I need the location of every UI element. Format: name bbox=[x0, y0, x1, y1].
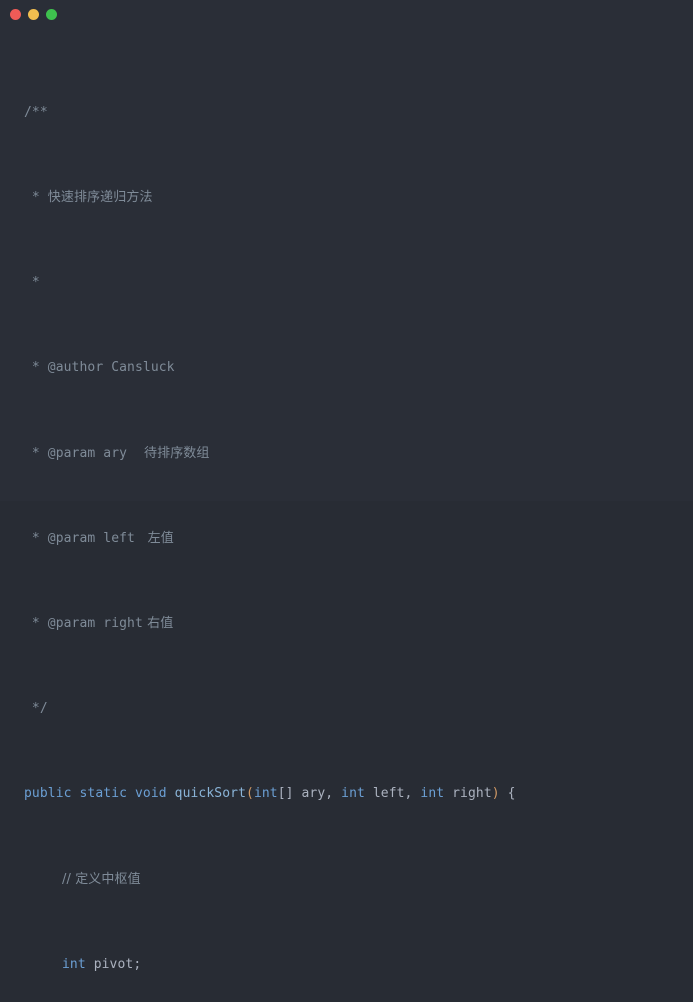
comment-star: * bbox=[24, 445, 48, 461]
code-line[interactable]: * @param left 左值 bbox=[0, 528, 693, 549]
close-paren: ) bbox=[491, 786, 500, 802]
code-editor-window: /** * 快速排序递归方法 * * @author Cansluck * @p… bbox=[0, 0, 693, 972]
code-line[interactable]: */ bbox=[0, 698, 693, 719]
comment-star: * bbox=[24, 360, 48, 376]
javadoc-param-desc: 右值 bbox=[142, 616, 174, 632]
code-line[interactable]: * 快速排序递归方法 bbox=[0, 187, 693, 208]
method-name: quickSort bbox=[174, 786, 246, 802]
type-int: int bbox=[341, 786, 365, 802]
title-bar[interactable] bbox=[0, 0, 693, 28]
javadoc-author-tag: @author Cansluck bbox=[47, 360, 175, 376]
code-line[interactable]: // 定义中枢值 bbox=[0, 869, 693, 890]
javadoc-param-tag: @param ary bbox=[47, 445, 128, 461]
javadoc-param-tag: @param right bbox=[47, 616, 143, 632]
open-brace: { bbox=[499, 786, 516, 802]
keyword-static: static bbox=[79, 786, 128, 802]
comment-star: * bbox=[24, 275, 40, 291]
comment-star: * bbox=[24, 616, 48, 632]
param-ary: ary, bbox=[293, 786, 342, 802]
javadoc-param-desc: 待排序数组 bbox=[127, 445, 210, 461]
close-window-button[interactable] bbox=[10, 8, 21, 20]
comment-star: * bbox=[24, 530, 48, 546]
code-line[interactable]: /** bbox=[0, 102, 693, 123]
keyword-public: public bbox=[24, 786, 72, 802]
type-int: int bbox=[253, 786, 278, 802]
maximize-window-button[interactable] bbox=[46, 8, 57, 20]
code-line[interactable]: * @author Cansluck bbox=[0, 357, 693, 378]
code-line[interactable]: public static void quickSort(int[] ary, … bbox=[0, 783, 693, 804]
type-int: int bbox=[420, 786, 445, 802]
array-brackets: [] bbox=[277, 786, 294, 802]
comment-close-token: */ bbox=[24, 701, 48, 717]
param-left: left, bbox=[364, 786, 421, 802]
javadoc-param-desc: 左值 bbox=[134, 530, 174, 546]
open-paren: ( bbox=[246, 786, 254, 802]
minimize-window-button[interactable] bbox=[28, 8, 39, 20]
code-area[interactable]: /** * 快速排序递归方法 * * @author Cansluck * @p… bbox=[0, 28, 693, 1002]
variable-declaration: pivot; bbox=[85, 956, 142, 972]
param-right: right bbox=[444, 786, 492, 802]
code-line[interactable]: int pivot; bbox=[0, 954, 693, 975]
code-line[interactable]: * @param right 右值 bbox=[0, 613, 693, 634]
type-int: int bbox=[62, 956, 86, 972]
comment-text: 快速排序递归方法 bbox=[47, 190, 153, 206]
comment-token: /** bbox=[24, 104, 48, 120]
code-line[interactable]: * bbox=[0, 272, 693, 293]
javadoc-param-tag: @param left bbox=[47, 530, 135, 546]
keyword-void: void bbox=[135, 786, 167, 802]
code-line[interactable]: * @param ary 待排序数组 bbox=[0, 443, 693, 464]
comment-text: // 定义中枢值 bbox=[62, 871, 141, 887]
comment-star: * bbox=[24, 190, 48, 206]
